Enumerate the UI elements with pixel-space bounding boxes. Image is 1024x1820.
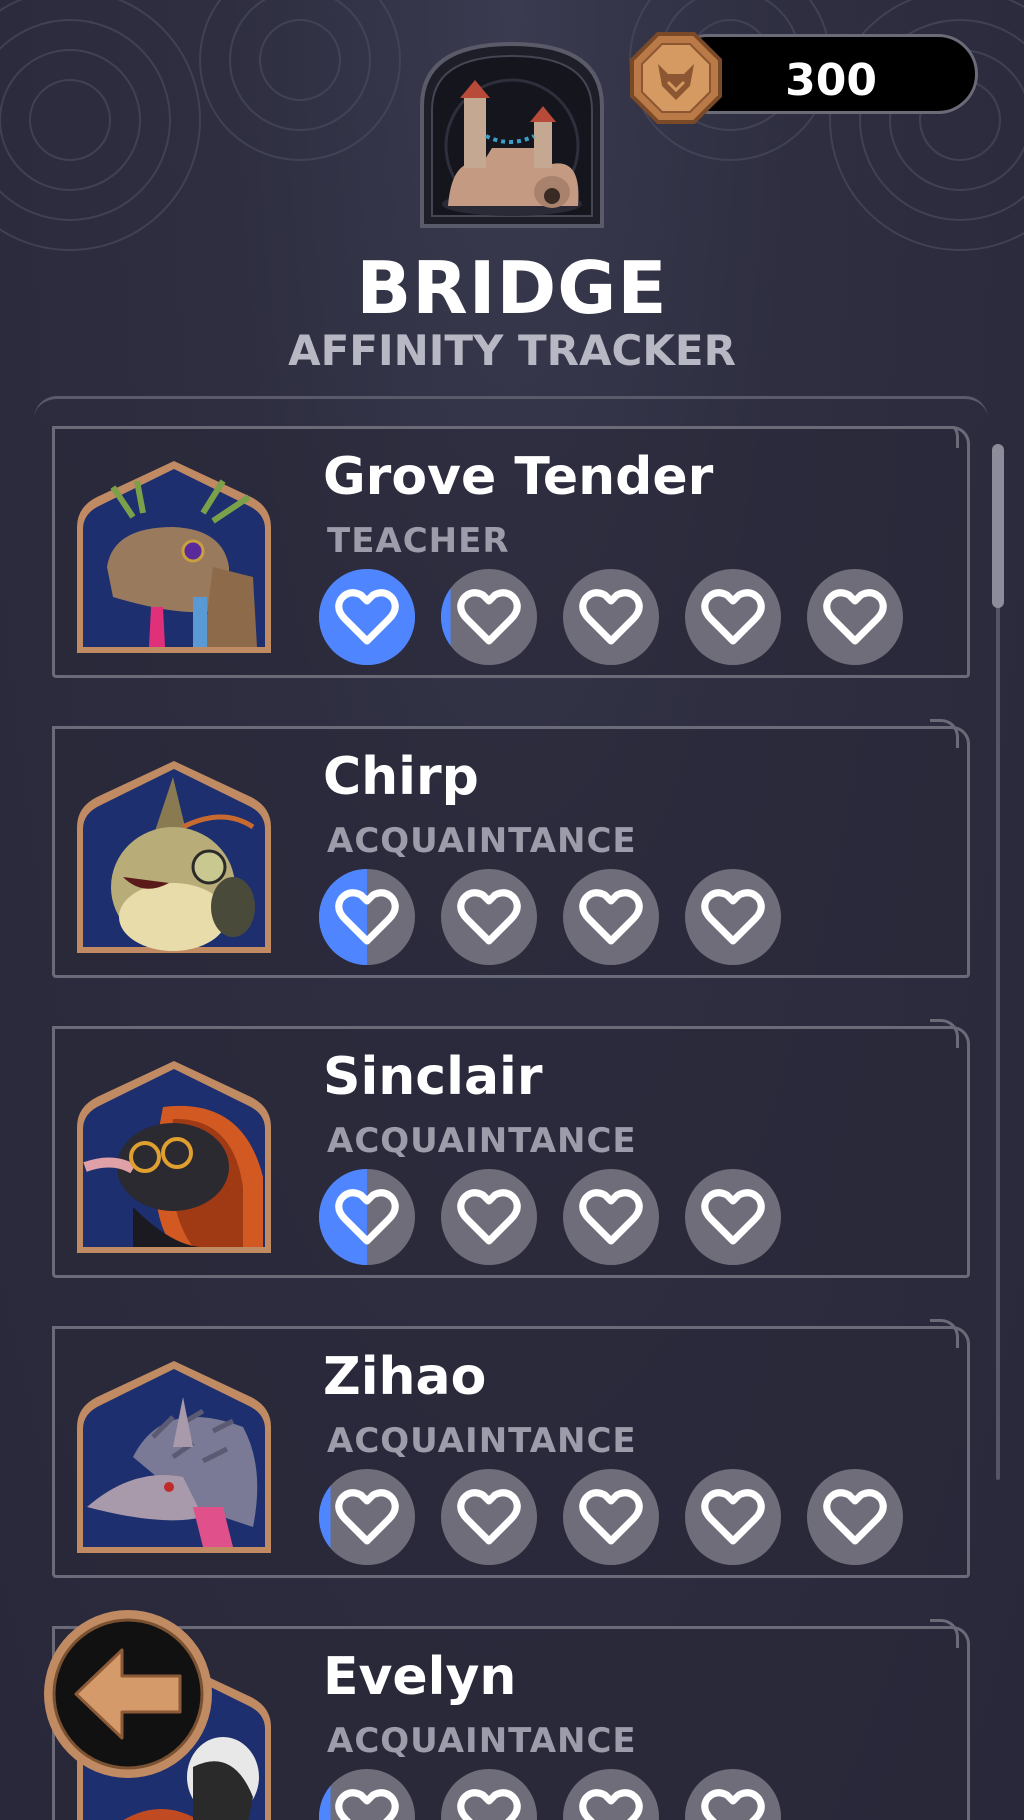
sinclair-portrait xyxy=(77,1061,271,1253)
heart-icon xyxy=(685,1469,781,1565)
back-button[interactable] xyxy=(40,1606,216,1782)
heart-icon xyxy=(807,1469,903,1565)
affinity-hearts xyxy=(319,1469,903,1567)
affinity-hearts xyxy=(319,1169,781,1267)
affinity-hearts xyxy=(319,1769,781,1820)
page-subtitle: AFFINITY TRACKER xyxy=(288,326,736,375)
npc-card[interactable]: Zihao ACQUAINTANCE xyxy=(52,1319,970,1578)
heart-icon xyxy=(319,569,415,665)
heart-icon xyxy=(441,1469,537,1565)
heart-icon xyxy=(563,1769,659,1820)
heart-icon xyxy=(685,1169,781,1265)
npc-role: ACQUAINTANCE xyxy=(327,1421,637,1461)
page-title: BRIDGE xyxy=(356,246,668,330)
npc-role: ACQUAINTANCE xyxy=(327,1121,637,1161)
heart-icon xyxy=(563,1469,659,1565)
npc-card[interactable]: Sinclair ACQUAINTANCE xyxy=(52,1019,970,1278)
heart-icon xyxy=(563,869,659,965)
fox-coin-icon xyxy=(630,32,722,124)
currency-amount: 300 xyxy=(785,55,877,106)
heart-icon xyxy=(685,869,781,965)
castle-bridge-icon xyxy=(420,41,604,228)
heart-icon xyxy=(563,1169,659,1265)
npc-name: Evelyn xyxy=(323,1647,517,1707)
heart-icon xyxy=(319,1769,415,1820)
npc-name: Sinclair xyxy=(323,1047,543,1107)
npc-name: Chirp xyxy=(323,747,479,807)
heart-icon xyxy=(319,869,415,965)
affinity-hearts xyxy=(319,569,903,667)
divider xyxy=(34,396,988,419)
npc-role: ACQUAINTANCE xyxy=(327,1721,637,1761)
heart-icon xyxy=(441,569,537,665)
npc-name: Zihao xyxy=(323,1347,487,1407)
zihao-portrait xyxy=(77,1361,271,1553)
heart-icon xyxy=(319,1469,415,1565)
npc-role: TEACHER xyxy=(327,521,510,561)
heart-icon xyxy=(441,869,537,965)
heart-icon xyxy=(563,569,659,665)
heart-icon xyxy=(441,1169,537,1265)
heart-icon xyxy=(685,1769,781,1820)
heart-icon xyxy=(441,1769,537,1820)
currency-display: 300 xyxy=(628,30,982,124)
heart-icon xyxy=(807,569,903,665)
npc-card[interactable]: Chirp ACQUAINTANCE xyxy=(52,719,970,978)
chirp-portrait xyxy=(77,761,271,953)
scrollbar-thumb[interactable] xyxy=(992,444,1004,608)
npc-name: Grove Tender xyxy=(323,447,714,507)
heart-icon xyxy=(319,1169,415,1265)
grove-tender-portrait xyxy=(77,461,271,653)
heart-icon xyxy=(685,569,781,665)
npc-card[interactable]: Grove Tender TEACHER xyxy=(52,426,970,678)
affinity-hearts xyxy=(319,869,781,967)
npc-role: ACQUAINTANCE xyxy=(327,821,637,861)
